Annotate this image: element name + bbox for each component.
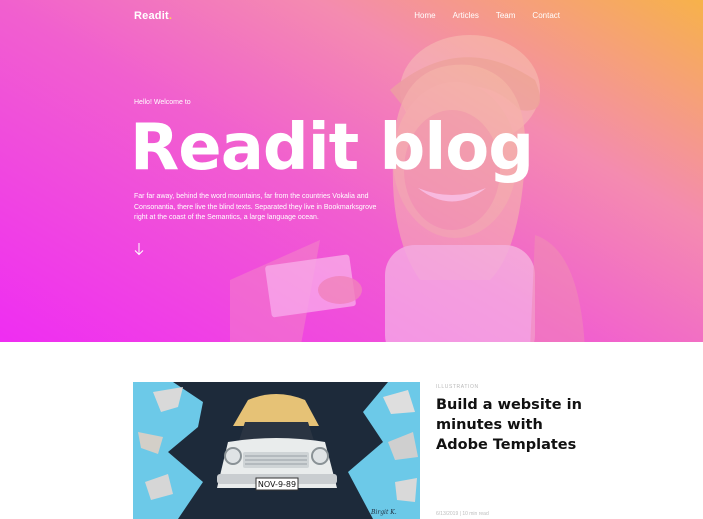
nav-item-home[interactable]: Home xyxy=(414,11,435,20)
brand-dot: . xyxy=(168,10,173,22)
main-nav: Home Articles Team Contact xyxy=(414,11,560,20)
hero-description: Far far away, behind the word mountains,… xyxy=(134,193,377,221)
post-category[interactable]: ILLUSTRATION xyxy=(436,384,479,390)
mural-signature: Birgit K. xyxy=(370,509,397,516)
hero-greeting: Hello! Welcome to xyxy=(134,99,191,106)
arrow-down-icon[interactable] xyxy=(133,242,145,256)
post-title[interactable]: Build a website in minutes with Adobe Te… xyxy=(436,395,586,455)
post-image[interactable]: NOV-9-89 Birgit K. xyxy=(133,382,420,519)
brand-logo[interactable]: Readit. xyxy=(134,10,172,22)
post-meta: 6/13/2019 | 10 min read xyxy=(436,511,489,517)
car-mural-illustration: NOV-9-89 Birgit K. xyxy=(133,382,420,519)
top-navigation-bar: Readit. Home Articles Team Contact xyxy=(0,0,703,34)
brand-name: Readit xyxy=(134,10,169,22)
nav-item-articles[interactable]: Articles xyxy=(453,11,479,20)
hero-section: Readit. Home Articles Team Contact Hello… xyxy=(0,0,703,342)
hero-title: Readit blog xyxy=(130,111,534,185)
nav-item-team[interactable]: Team xyxy=(496,11,516,20)
nav-item-contact[interactable]: Contact xyxy=(532,11,560,20)
license-plate: NOV-9-89 xyxy=(258,480,296,489)
